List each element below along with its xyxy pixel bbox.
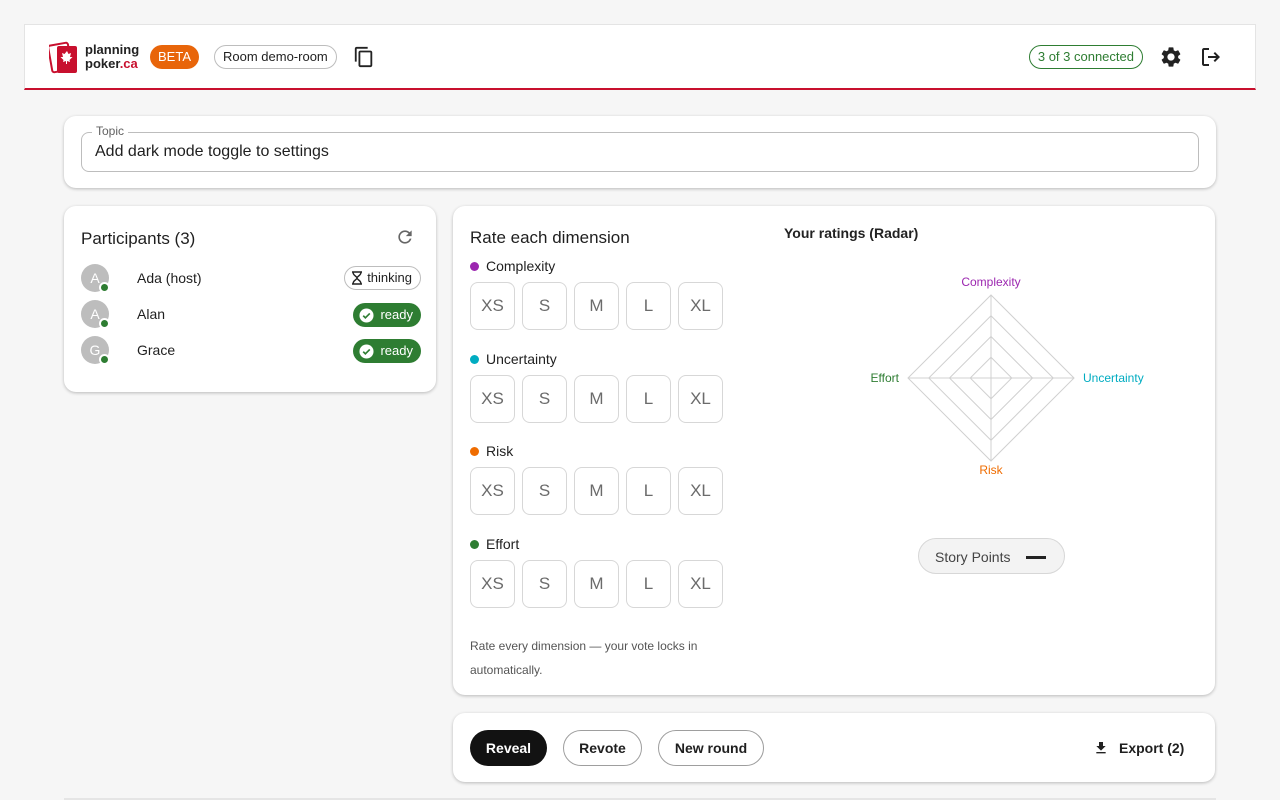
copy-room-button[interactable]	[353, 45, 375, 69]
status-label: ready	[380, 307, 413, 322]
dimension-complexity: Complexity XS S M L XL	[470, 257, 730, 330]
rating-panel: Rate each dimension Complexity XS S M L …	[453, 206, 1215, 695]
dimension-label: Uncertainty	[486, 351, 557, 367]
brand-line2: poker	[85, 56, 120, 71]
revote-button[interactable]: Revote	[563, 730, 642, 766]
status-label: thinking	[367, 270, 412, 285]
topic-label: Topic	[92, 124, 129, 138]
connection-status-chip: 3 of 3 connected	[1028, 45, 1143, 69]
room-chip: Room demo-room	[214, 45, 337, 69]
brand-line1: planning	[85, 42, 140, 57]
hourglass-icon	[352, 271, 363, 285]
dimension-label: Effort	[486, 536, 520, 552]
radar-axis-label-uncertainty: Uncertainty	[1083, 371, 1144, 385]
online-indicator	[99, 318, 110, 329]
radar-chart: Complexity Uncertainty Risk Effort	[871, 276, 1144, 477]
story-points-label: Story Points	[935, 549, 1011, 565]
size-s-button[interactable]: S	[522, 467, 567, 515]
actions-bar: Reveal Revote New round Export (2)	[453, 713, 1215, 782]
brand-name: planning poker.ca	[85, 43, 139, 71]
app-header: planning poker.ca BETA Room demo-room 3 …	[24, 24, 1256, 90]
size-l-button[interactable]: L	[626, 560, 671, 608]
status-badge-ready: ready	[353, 339, 421, 363]
download-icon	[1096, 742, 1106, 754]
size-options: XS S M L XL	[470, 467, 730, 515]
topic-input[interactable]	[95, 143, 1175, 161]
radar-axis-label-effort: Effort	[871, 371, 900, 385]
check-circle-icon	[359, 343, 374, 359]
maple-leaf-card-logo	[49, 41, 77, 74]
logout-button[interactable]	[1199, 45, 1223, 69]
participant-row: G Grace ready	[81, 336, 421, 366]
dimension-uncertainty: Uncertainty XS S M L XL	[470, 350, 730, 423]
uncertainty-dot	[470, 354, 479, 364]
size-l-button[interactable]: L	[626, 282, 671, 330]
rating-hint: Rate every dimension — your vote locks i…	[470, 639, 698, 677]
size-xl-button[interactable]: XL	[678, 560, 723, 608]
export-label: Export (2)	[1119, 740, 1185, 756]
topic-field[interactable]: Topic	[81, 124, 1199, 172]
size-l-button[interactable]: L	[626, 375, 671, 423]
refresh-participants-button[interactable]	[395, 227, 415, 247]
size-m-button[interactable]: M	[574, 282, 619, 330]
radar-title: Your ratings (Radar)	[784, 225, 919, 241]
reveal-button[interactable]: Reveal	[470, 730, 547, 766]
status-label: ready	[380, 343, 413, 358]
participant-row: A Ada (host) thinking	[81, 264, 421, 294]
status-badge-ready: ready	[353, 303, 421, 327]
participants-panel: Participants (3) A Ada (host) thinking A…	[64, 206, 436, 392]
effort-dot	[470, 539, 479, 549]
export-button[interactable]: Export (2)	[1093, 737, 1184, 759]
online-indicator	[99, 354, 110, 365]
radar-axis-label-complexity: Complexity	[961, 276, 1020, 289]
size-xs-button[interactable]: XS	[470, 375, 515, 423]
new-round-button[interactable]: New round	[658, 730, 764, 766]
size-s-button[interactable]: S	[522, 282, 567, 330]
dimension-label: Complexity	[486, 258, 556, 274]
risk-dot	[470, 446, 479, 456]
size-l-button[interactable]: L	[626, 467, 671, 515]
check-circle-icon	[359, 307, 374, 323]
size-xl-button[interactable]: XL	[678, 467, 723, 515]
topic-card: Topic	[64, 116, 1216, 188]
settings-button[interactable]	[1159, 45, 1183, 69]
radar-axis-label-risk: Risk	[979, 463, 1003, 477]
size-xs-button[interactable]: XS	[470, 560, 515, 608]
size-m-button[interactable]: M	[574, 467, 619, 515]
size-m-button[interactable]: M	[574, 560, 619, 608]
online-indicator	[99, 282, 110, 293]
participant-row: A Alan ready	[81, 300, 421, 330]
participant-name: Alan	[137, 306, 166, 322]
dimension-risk: Risk XS S M L XL	[470, 442, 730, 515]
story-points-chip: Story Points	[918, 538, 1065, 574]
rating-title: Rate each dimension	[470, 228, 630, 247]
participant-name: Grace	[137, 342, 176, 358]
logout-icon	[1202, 48, 1220, 66]
gear-icon	[1161, 47, 1181, 67]
size-xl-button[interactable]: XL	[678, 282, 723, 330]
beta-badge: BETA	[150, 45, 199, 69]
size-options: XS S M L XL	[470, 282, 730, 330]
size-xs-button[interactable]: XS	[470, 282, 515, 330]
size-xs-button[interactable]: XS	[470, 467, 515, 515]
dimension-label: Risk	[486, 443, 514, 459]
participant-name: Ada (host)	[137, 270, 202, 286]
size-s-button[interactable]: S	[522, 560, 567, 608]
copy-icon	[354, 46, 373, 68]
status-badge-thinking: thinking	[344, 266, 421, 290]
brand-suffix: .ca	[119, 56, 138, 71]
size-s-button[interactable]: S	[522, 375, 567, 423]
story-points-empty-value	[1026, 556, 1046, 559]
participants-title: Participants (3)	[81, 229, 196, 248]
size-options: XS S M L XL	[470, 560, 730, 608]
dimension-effort: Effort XS S M L XL	[470, 535, 730, 608]
size-options: XS S M L XL	[470, 375, 730, 423]
size-xl-button[interactable]: XL	[678, 375, 723, 423]
complexity-dot	[470, 261, 479, 271]
size-m-button[interactable]: M	[574, 375, 619, 423]
refresh-icon	[398, 230, 412, 244]
